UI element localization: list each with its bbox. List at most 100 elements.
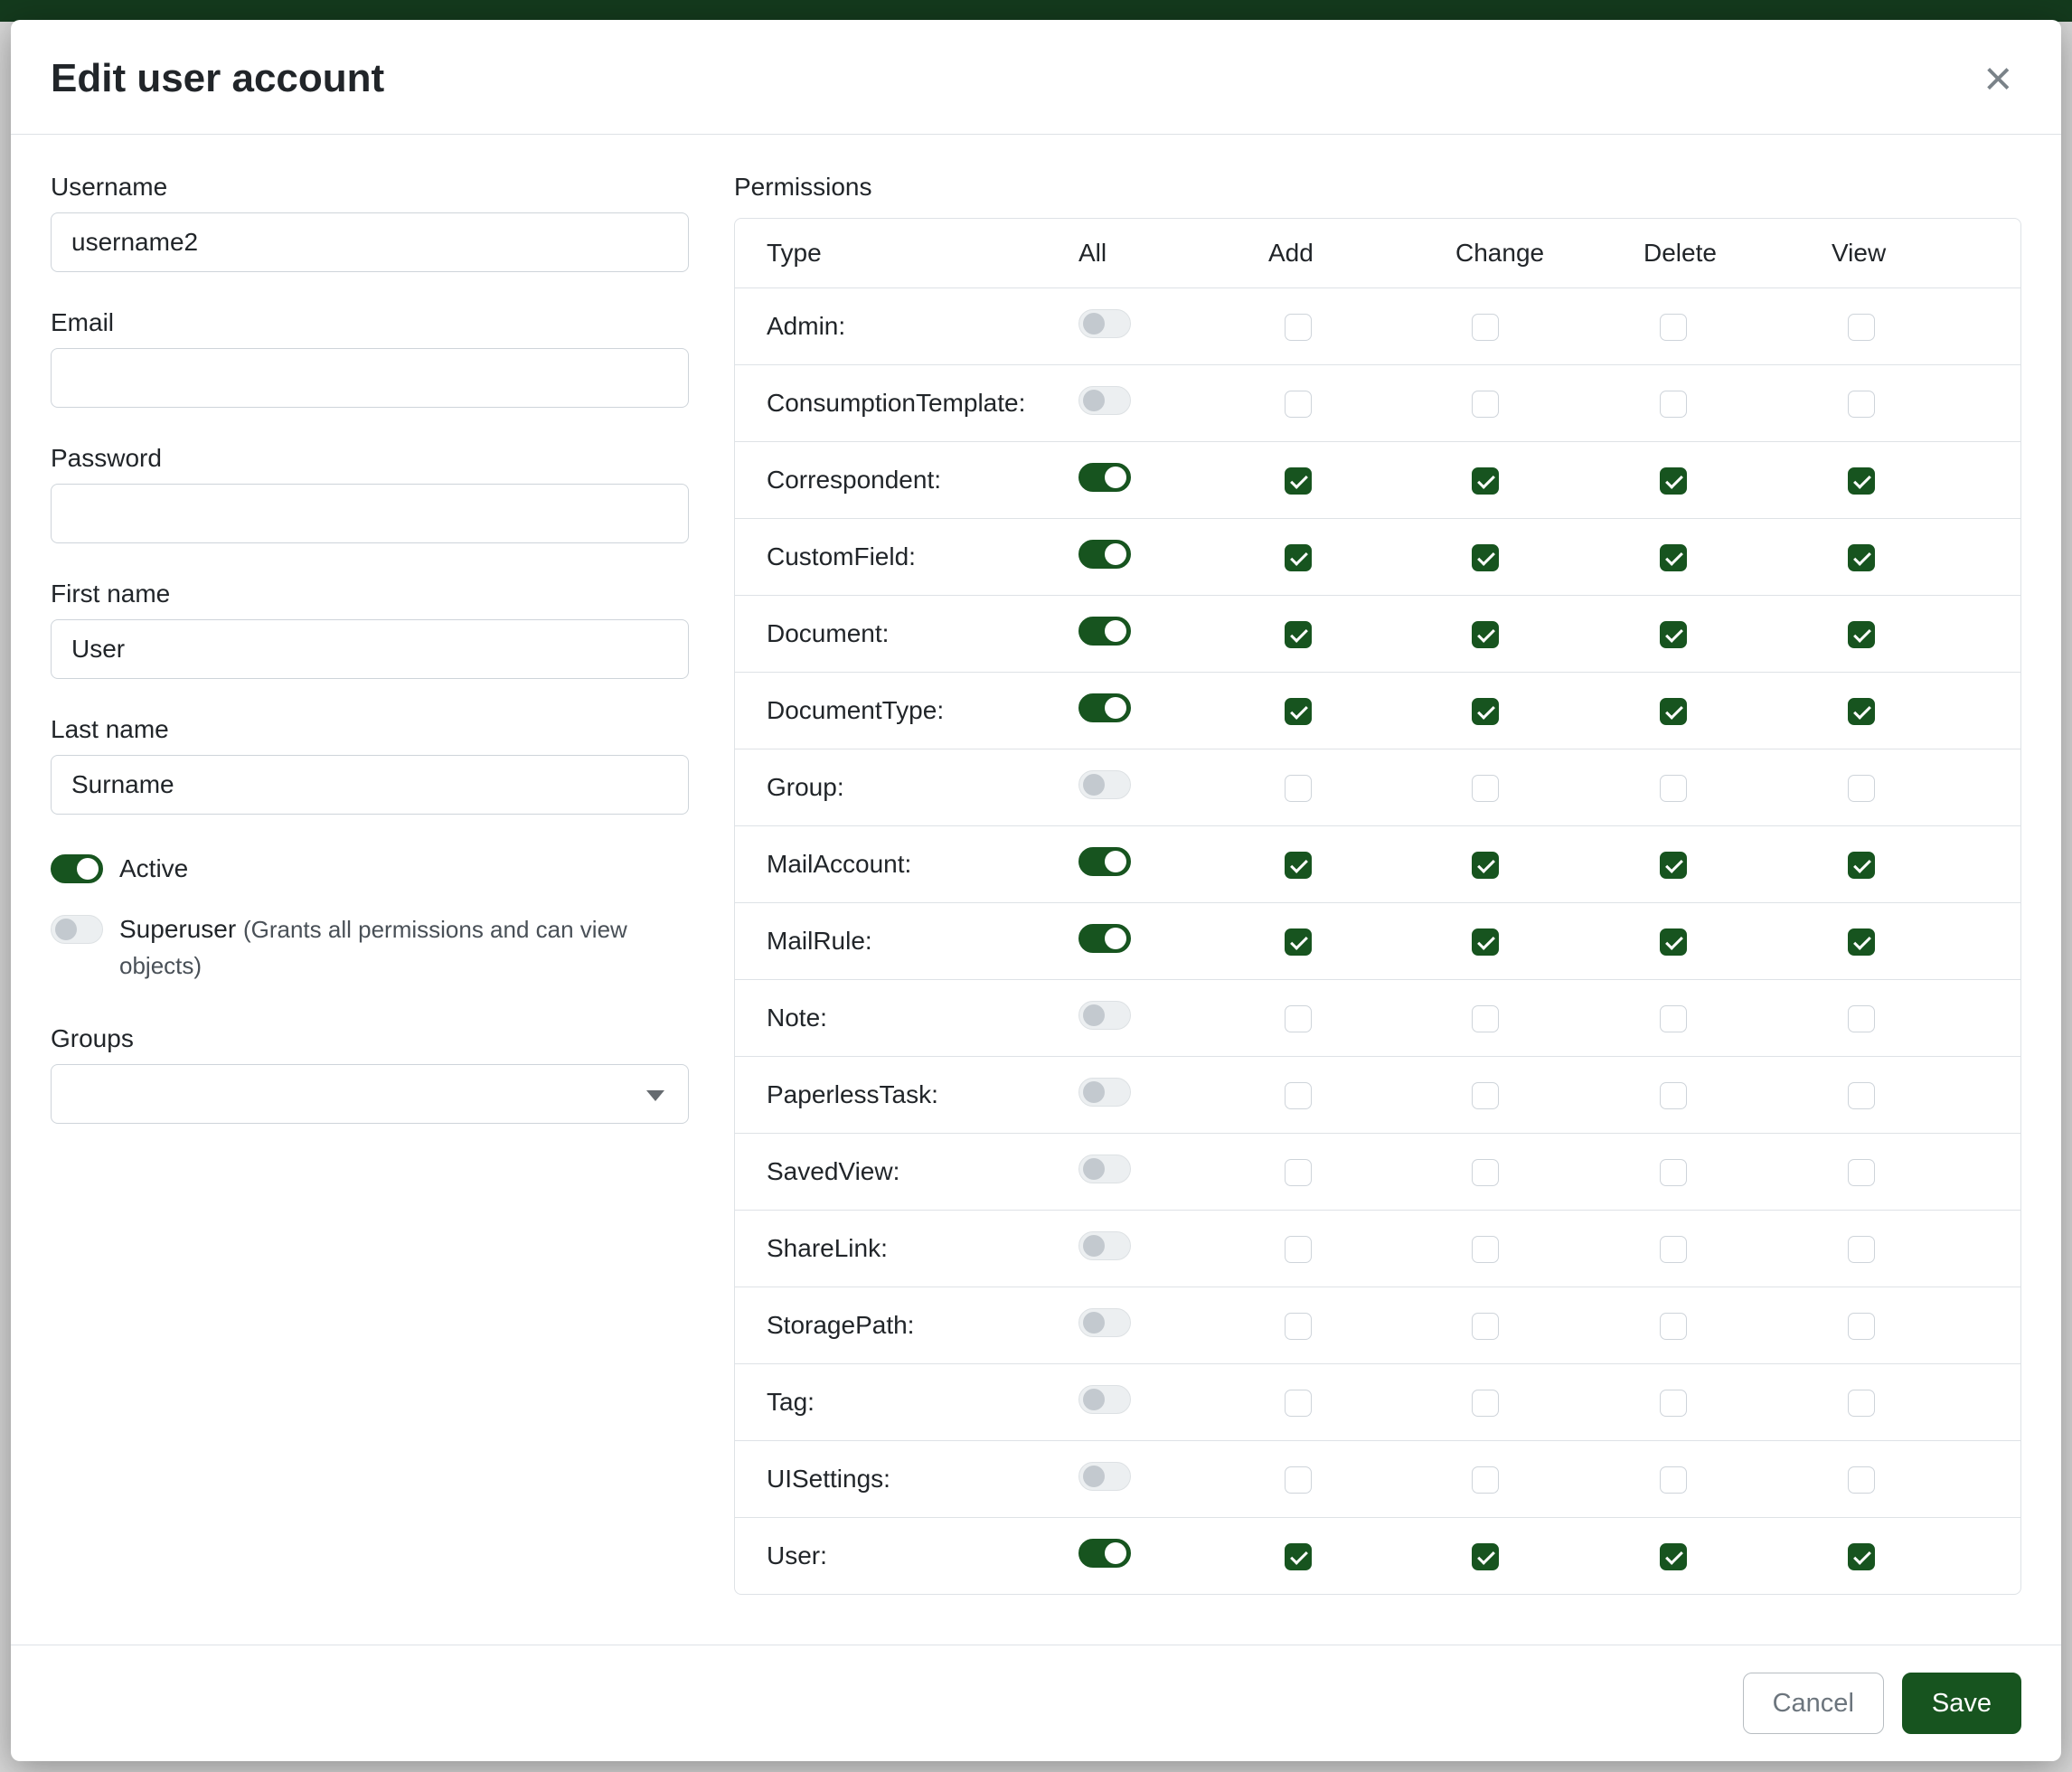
- perm-change-checkbox[interactable]: [1472, 1082, 1499, 1109]
- perm-delete-checkbox[interactable]: [1660, 1236, 1687, 1263]
- perm-delete-checkbox[interactable]: [1660, 698, 1687, 725]
- perm-change-checkbox[interactable]: [1472, 1466, 1499, 1494]
- first-name-input[interactable]: [51, 619, 689, 679]
- perm-all-toggle[interactable]: [1078, 463, 1131, 492]
- perm-change-checkbox[interactable]: [1472, 775, 1499, 802]
- perm-change-checkbox[interactable]: [1472, 1313, 1499, 1340]
- perm-delete-checkbox[interactable]: [1660, 775, 1687, 802]
- perm-delete-checkbox[interactable]: [1660, 1390, 1687, 1417]
- perm-all-toggle[interactable]: [1078, 1539, 1131, 1568]
- perm-view-checkbox[interactable]: [1848, 928, 1875, 956]
- perm-all-toggle[interactable]: [1078, 693, 1131, 722]
- close-button[interactable]: ×: [1974, 51, 2021, 107]
- perm-view-checkbox[interactable]: [1848, 1543, 1875, 1570]
- username-input[interactable]: [51, 212, 689, 272]
- perm-all-toggle[interactable]: [1078, 770, 1131, 799]
- perm-view-checkbox[interactable]: [1848, 1236, 1875, 1263]
- perm-add-checkbox[interactable]: [1285, 1390, 1312, 1417]
- permission-row: Correspondent:: [735, 441, 2020, 518]
- perm-add-checkbox[interactable]: [1285, 1082, 1312, 1109]
- perm-view-checkbox[interactable]: [1848, 852, 1875, 879]
- perm-view-checkbox[interactable]: [1848, 698, 1875, 725]
- permission-row: MailAccount:: [735, 825, 2020, 902]
- perm-add-checkbox[interactable]: [1285, 698, 1312, 725]
- perm-change-checkbox[interactable]: [1472, 544, 1499, 571]
- perm-change-checkbox[interactable]: [1472, 1390, 1499, 1417]
- perm-change-checkbox[interactable]: [1472, 698, 1499, 725]
- perm-change-checkbox[interactable]: [1472, 852, 1499, 879]
- perm-delete-checkbox[interactable]: [1660, 391, 1687, 418]
- perm-all-toggle[interactable]: [1078, 1462, 1131, 1491]
- perm-add-checkbox[interactable]: [1285, 1236, 1312, 1263]
- perm-delete-checkbox[interactable]: [1660, 1159, 1687, 1186]
- perm-add-checkbox[interactable]: [1285, 314, 1312, 341]
- perm-delete-checkbox[interactable]: [1660, 621, 1687, 648]
- perm-all-toggle[interactable]: [1078, 924, 1131, 953]
- perm-delete-checkbox[interactable]: [1660, 1082, 1687, 1109]
- perm-view-checkbox[interactable]: [1848, 1466, 1875, 1494]
- perm-delete-checkbox[interactable]: [1660, 467, 1687, 495]
- perm-change-checkbox[interactable]: [1472, 1005, 1499, 1032]
- perm-change-checkbox[interactable]: [1472, 1236, 1499, 1263]
- perm-type: Tag:: [735, 1388, 1078, 1417]
- perm-view-checkbox[interactable]: [1848, 621, 1875, 648]
- perm-add-checkbox[interactable]: [1285, 1313, 1312, 1340]
- perm-change-checkbox[interactable]: [1472, 314, 1499, 341]
- perm-add-checkbox[interactable]: [1285, 1005, 1312, 1032]
- perm-all-toggle[interactable]: [1078, 1385, 1131, 1414]
- last-name-input[interactable]: [51, 755, 689, 815]
- cancel-button[interactable]: Cancel: [1743, 1673, 1884, 1734]
- perm-add-checkbox[interactable]: [1285, 391, 1312, 418]
- perm-add-checkbox[interactable]: [1285, 775, 1312, 802]
- perm-view-checkbox[interactable]: [1848, 1005, 1875, 1032]
- perm-delete-checkbox[interactable]: [1660, 544, 1687, 571]
- perm-change-checkbox[interactable]: [1472, 1543, 1499, 1570]
- perm-change-checkbox[interactable]: [1472, 1159, 1499, 1186]
- perm-view-checkbox[interactable]: [1848, 1159, 1875, 1186]
- perm-all-toggle[interactable]: [1078, 540, 1131, 569]
- perm-all-toggle[interactable]: [1078, 386, 1131, 415]
- perm-view-checkbox[interactable]: [1848, 775, 1875, 802]
- perm-delete-checkbox[interactable]: [1660, 1313, 1687, 1340]
- password-input[interactable]: [51, 484, 689, 543]
- perm-view-checkbox[interactable]: [1848, 391, 1875, 418]
- perm-all-toggle[interactable]: [1078, 1155, 1131, 1183]
- perm-delete-checkbox[interactable]: [1660, 928, 1687, 956]
- groups-select[interactable]: [51, 1064, 689, 1124]
- perm-delete-checkbox[interactable]: [1660, 314, 1687, 341]
- perm-view-checkbox[interactable]: [1848, 1082, 1875, 1109]
- perm-all-toggle[interactable]: [1078, 1078, 1131, 1107]
- perm-all-toggle[interactable]: [1078, 617, 1131, 646]
- perm-change-checkbox[interactable]: [1472, 467, 1499, 495]
- perm-view-checkbox[interactable]: [1848, 467, 1875, 495]
- perm-all-toggle[interactable]: [1078, 309, 1131, 338]
- perm-add-checkbox[interactable]: [1285, 928, 1312, 956]
- perm-all-toggle[interactable]: [1078, 1001, 1131, 1030]
- perm-add-checkbox[interactable]: [1285, 1466, 1312, 1494]
- perm-delete-checkbox[interactable]: [1660, 1466, 1687, 1494]
- perm-add-checkbox[interactable]: [1285, 467, 1312, 495]
- perm-delete-checkbox[interactable]: [1660, 852, 1687, 879]
- active-toggle[interactable]: [51, 854, 103, 883]
- perm-view-checkbox[interactable]: [1848, 1313, 1875, 1340]
- perm-view-checkbox[interactable]: [1848, 1390, 1875, 1417]
- perm-type: Document:: [735, 619, 1078, 648]
- email-input[interactable]: [51, 348, 689, 408]
- save-button[interactable]: Save: [1902, 1673, 2021, 1734]
- perm-all-toggle[interactable]: [1078, 1308, 1131, 1337]
- perm-change-checkbox[interactable]: [1472, 621, 1499, 648]
- perm-view-checkbox[interactable]: [1848, 544, 1875, 571]
- perm-all-toggle[interactable]: [1078, 1231, 1131, 1260]
- perm-change-checkbox[interactable]: [1472, 391, 1499, 418]
- perm-view-checkbox[interactable]: [1848, 314, 1875, 341]
- perm-add-checkbox[interactable]: [1285, 621, 1312, 648]
- perm-change-checkbox[interactable]: [1472, 928, 1499, 956]
- perm-add-checkbox[interactable]: [1285, 544, 1312, 571]
- superuser-toggle[interactable]: [51, 915, 103, 944]
- perm-delete-checkbox[interactable]: [1660, 1543, 1687, 1570]
- perm-add-checkbox[interactable]: [1285, 852, 1312, 879]
- perm-add-checkbox[interactable]: [1285, 1543, 1312, 1570]
- perm-delete-checkbox[interactable]: [1660, 1005, 1687, 1032]
- perm-all-toggle[interactable]: [1078, 847, 1131, 876]
- perm-add-checkbox[interactable]: [1285, 1159, 1312, 1186]
